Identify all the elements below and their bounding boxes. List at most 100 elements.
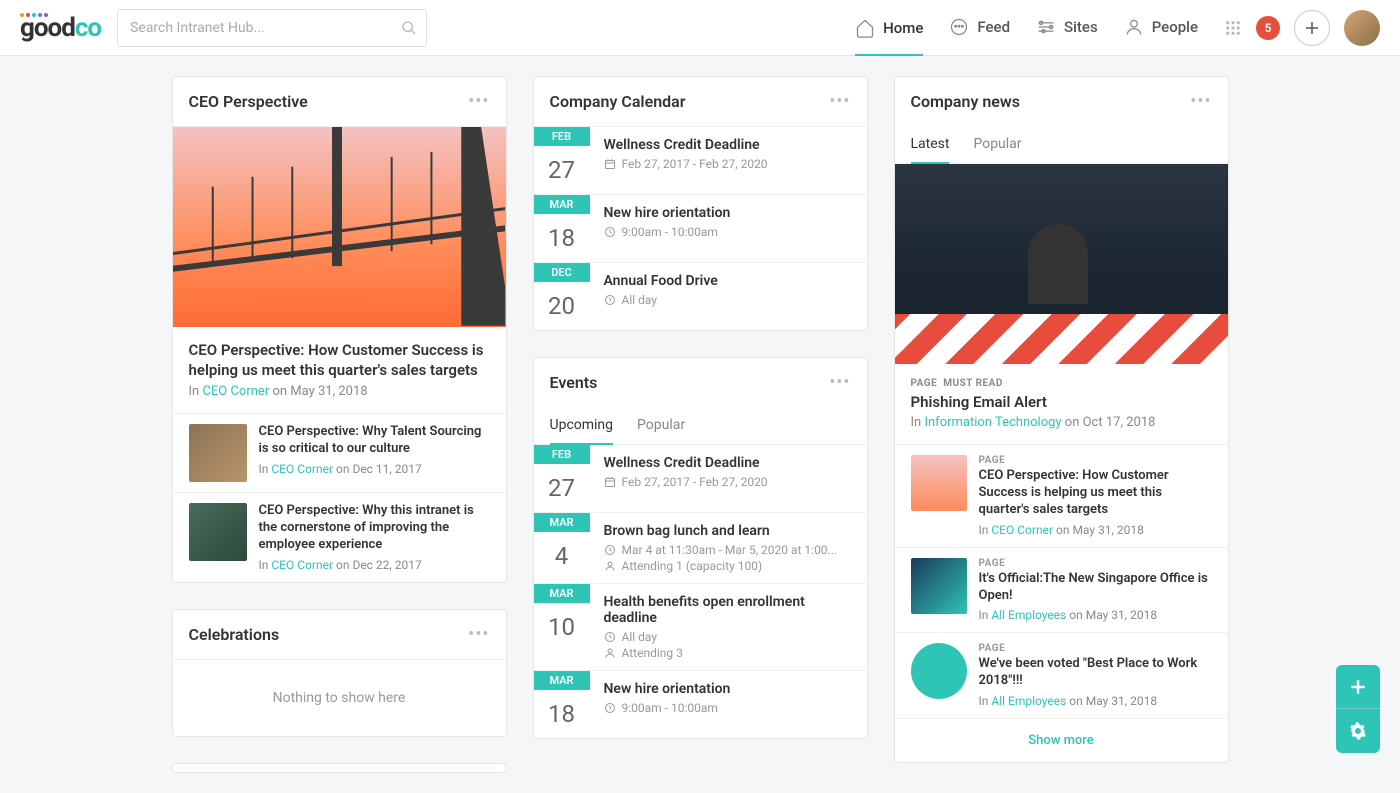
news-tag: PAGE [979,643,1212,654]
event-title: New hire orientation [604,681,853,697]
news-item-title: CEO Perspective: How Customer Success is… [979,468,1212,519]
event-meta: Mar 4 at 11:30am - Mar 5, 2020 at 1:00..… [604,543,853,557]
create-button[interactable] [1294,10,1330,46]
event-date: MAR4 [534,513,590,583]
event-date: MAR10 [534,584,590,670]
news-item-meta: In All Employees on May 31, 2018 [979,608,1212,622]
calendar-date: FEB27 [534,127,590,194]
news-item-meta: In CEO Corner on May 31, 2018 [979,523,1212,537]
tab-latest[interactable]: Latest [911,126,950,164]
fab-stack [1336,665,1380,753]
ceo-item[interactable]: CEO Perspective: Why this intranet is th… [173,492,506,582]
more-icon[interactable]: ••• [468,624,489,645]
source-link[interactable]: All Employees [991,694,1066,708]
home-icon [855,18,875,38]
news-tabs: Latest Popular [895,126,1228,164]
source-link[interactable]: CEO Corner [271,558,333,572]
event-date: FEB27 [534,445,590,512]
more-icon[interactable]: ••• [829,91,850,112]
news-thumb [911,558,967,614]
source-link[interactable]: CEO Corner [202,384,269,399]
feed-icon [949,17,969,37]
event-item[interactable]: MAR18 New hire orientation 9:00am - 10:0… [534,671,867,738]
news-item-title: We've been voted "Best Place to Work 201… [979,656,1212,690]
notification-badge[interactable]: 5 [1256,16,1280,40]
company-news-card: Company news ••• Latest Popular PAGEMUST… [894,76,1229,763]
ceo-item[interactable]: CEO Perspective: Why Talent Sourcing is … [173,413,506,492]
more-icon[interactable]: ••• [1190,91,1211,112]
news-hero-image[interactable] [895,164,1228,364]
more-icon[interactable]: ••• [468,91,489,112]
logo[interactable]: goodco [20,13,101,43]
tab-upcoming[interactable]: Upcoming [550,407,614,445]
event-title: Brown bag lunch and learn [604,523,853,539]
event-item[interactable]: FEB27 Wellness Credit Deadline Feb 27, 2… [534,445,867,513]
source-link[interactable]: Information Technology [924,415,1061,430]
event-item[interactable]: MAR10 Health benefits open enrollment de… [534,584,867,671]
calendar-item[interactable]: MAR18 New hire orientation 9:00am - 10:0… [534,195,867,263]
item-meta: In CEO Corner on Dec 22, 2017 [259,558,490,572]
news-hero-title[interactable]: Phishing Email Alert [895,393,1228,415]
nav-label: Sites [1064,18,1098,36]
ceo-hero-image[interactable] [173,127,506,327]
show-more-link[interactable]: Show more [895,718,1228,762]
event-meta: 9:00am - 10:00am [604,701,853,715]
nav-sites[interactable]: Sites [1036,17,1098,39]
calendar-item[interactable]: FEB27 Wellness Credit Deadline Feb 27, 2… [534,127,867,195]
nav-people[interactable]: People [1124,17,1198,39]
card-title: Celebrations [189,625,280,644]
tab-popular[interactable]: Popular [973,126,1021,163]
item-title: CEO Perspective: Why Talent Sourcing is … [259,424,490,458]
calendar-card: Company Calendar ••• FEB27 Wellness Cred… [533,76,868,331]
event-date: MAR18 [534,671,590,738]
user-avatar[interactable] [1344,10,1380,46]
event-meta: Feb 27, 2017 - Feb 27, 2020 [604,475,853,489]
news-item[interactable]: PAGE We've been voted "Best Place to Wor… [895,632,1228,718]
card-title: CEO Perspective [189,92,308,111]
event-title: Health benefits open enrollment deadline [604,594,853,626]
calendar-date: DEC20 [534,263,590,330]
ceo-hero-meta: In CEO Corner on May 31, 2018 [173,384,506,413]
thumb-image [189,424,247,482]
news-item-meta: In All Employees on May 31, 2018 [979,694,1212,708]
more-icon[interactable]: ••• [829,372,850,393]
fab-settings[interactable] [1336,709,1380,753]
calendar-item-title: Wellness Credit Deadline [604,137,853,153]
calendar-item[interactable]: DEC20 Annual Food Drive All day [534,263,867,330]
events-tabs: Upcoming Popular [534,407,867,445]
calendar-item-title: Annual Food Drive [604,273,853,289]
nav-feed[interactable]: Feed [949,17,1010,39]
card-stub [172,763,507,773]
news-thumb [911,643,967,699]
header-right: 5 [1224,10,1380,46]
ceo-hero-title[interactable]: CEO Perspective: How Customer Success is… [173,327,506,384]
card-title: Company news [911,92,1020,111]
nav-label: Feed [977,18,1010,36]
event-attending: Attending 1 (capacity 100) [604,559,853,573]
news-item[interactable]: PAGE CEO Perspective: How Customer Succe… [895,444,1228,547]
main-content: CEO Perspective ••• CEO Perspective: How… [60,56,1340,793]
search-icon[interactable] [401,20,417,36]
thumb-image [189,503,247,561]
news-item[interactable]: PAGE It's Official:The New Singapore Off… [895,547,1228,633]
source-link[interactable]: CEO Corner [991,523,1053,537]
item-title: CEO Perspective: Why this intranet is th… [259,503,490,554]
events-card: Events ••• Upcoming Popular FEB27 Wellne… [533,357,868,739]
tab-popular[interactable]: Popular [637,407,685,444]
calendar-item-title: New hire orientation [604,205,853,221]
search-input[interactable] [117,9,427,47]
top-header: goodco Home Feed Sites People 5 [0,0,1400,56]
news-thumb [911,455,967,511]
fab-add[interactable] [1336,665,1380,709]
source-link[interactable]: All Employees [991,608,1066,622]
nav-label: People [1152,18,1198,36]
empty-message: Nothing to show here [173,660,506,736]
apps-grid-icon[interactable] [1224,19,1242,37]
source-link[interactable]: CEO Corner [271,462,333,476]
item-meta: In CEO Corner on Dec 11, 2017 [259,462,490,476]
news-item-title: It's Official:The New Singapore Office i… [979,571,1212,605]
ceo-perspective-card: CEO Perspective ••• CEO Perspective: How… [172,76,507,583]
event-meta: All day [604,630,853,644]
event-item[interactable]: MAR4 Brown bag lunch and learn Mar 4 at … [534,513,867,584]
nav-home[interactable]: Home [855,18,923,56]
